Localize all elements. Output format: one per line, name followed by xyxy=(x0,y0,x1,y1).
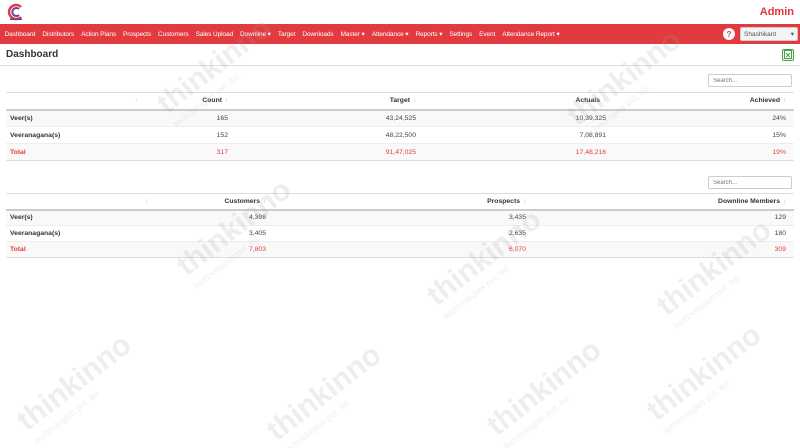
target-cell: 48,22,500 xyxy=(236,126,424,144)
sort-icon: ↑ xyxy=(135,98,138,105)
column-header-count[interactable]: Count ↕ xyxy=(146,92,236,111)
total-customers-cell: 7,803 xyxy=(156,241,274,258)
nav-item-target[interactable]: Target xyxy=(274,31,298,38)
nav-item-event[interactable]: Event xyxy=(476,31,499,38)
column-header-prospects[interactable]: Prospects ↕ xyxy=(274,193,534,211)
total-label: Total xyxy=(6,143,146,161)
achieved-cell: 24% xyxy=(614,109,794,127)
nav-item-reports[interactable]: Reports ▾ xyxy=(412,30,446,38)
sort-icon: ↕ xyxy=(225,98,228,105)
sort-icon: ↕ xyxy=(783,198,786,205)
row-label: Veer(s) xyxy=(6,109,146,127)
nav-item-attendance[interactable]: Attendance ▾ xyxy=(368,30,412,38)
count-cell: 152 xyxy=(146,126,236,144)
column-header-actuals[interactable]: Actuals ↕ xyxy=(424,92,614,111)
nav-item-prospects[interactable]: Prospects xyxy=(120,31,155,38)
admin-label: Admin xyxy=(759,6,794,18)
sort-icon: ↕ xyxy=(783,98,786,105)
downline-cell: 129 xyxy=(534,209,794,226)
total-target-cell: 91,47,025 xyxy=(236,143,424,161)
total-count-cell: 317 xyxy=(146,143,236,161)
nav-menu: Dashboard Distributors Action Plans Pros… xyxy=(1,30,723,39)
nav-item-settings[interactable]: Settings xyxy=(446,31,476,38)
target-cell: 43,24,525 xyxy=(236,109,424,127)
user-dropdown[interactable]: Shashikant ▾ xyxy=(740,27,798,41)
sort-icon: ↕ xyxy=(263,198,266,205)
table-header-row: ↑ Count ↕ Target ↕ Actuals ↕ Achieved ↕ xyxy=(6,92,794,111)
table-header-row: ↑ Customers ↕ Prospects ↕ Downline Members… xyxy=(6,193,794,211)
nav-item-attendance-report[interactable]: Attendance Report ▾ xyxy=(499,30,563,38)
total-label: Total xyxy=(6,241,156,258)
top-bar: Admin xyxy=(0,0,800,24)
total-row: Total 7,803 6,070 309 xyxy=(6,241,794,258)
column-header-label[interactable]: ↑ xyxy=(6,92,146,111)
column-header-customers[interactable]: Customers ↕ xyxy=(156,193,274,211)
company-logo-icon[interactable] xyxy=(6,2,26,22)
customers-table: ↑ Customers ↕ Prospects ↕ Downline Members… xyxy=(6,193,794,258)
table2-search-input[interactable] xyxy=(708,176,792,189)
chevron-down-icon: ▾ xyxy=(790,31,794,38)
table-row: Veeranagana(s) 3,405 2,635 180 xyxy=(6,225,794,242)
total-prospects-cell: 6,070 xyxy=(274,241,534,258)
downline-cell: 180 xyxy=(534,225,794,242)
row-label: Veeranagana(s) xyxy=(6,225,156,242)
page-header: Dashboard xyxy=(0,44,800,66)
nav-item-action-plans[interactable]: Action Plans xyxy=(78,31,120,38)
sort-icon: ↕ xyxy=(523,198,526,205)
nav-item-downloads[interactable]: Downloads xyxy=(299,31,337,38)
nav-item-dashboard[interactable]: Dashboard xyxy=(1,31,39,38)
help-icon[interactable]: ? xyxy=(723,28,735,40)
row-label: Veeranagana(s) xyxy=(6,126,146,144)
customers-cell: 3,405 xyxy=(156,225,274,242)
nav-item-distributors[interactable]: Distributors xyxy=(39,31,78,38)
user-name: Shashikant xyxy=(744,30,777,38)
watermark: thinkinnotechnologies pvt. ltd. xyxy=(10,328,138,446)
sort-icon: ↕ xyxy=(413,98,416,105)
targets-table: ↑ Count ↕ Target ↕ Actuals ↕ Achieved ↕ Veer… xyxy=(6,92,794,161)
nav-item-downline[interactable]: Downline ▾ xyxy=(237,30,275,38)
sort-icon: ↑ xyxy=(145,198,148,205)
prospects-cell: 2,635 xyxy=(274,225,534,242)
actuals-cell: 7,08,891 xyxy=(424,126,614,144)
prospects-cell: 3,435 xyxy=(274,209,534,226)
excel-export-icon[interactable] xyxy=(782,48,794,61)
column-header-target[interactable]: Target ↕ xyxy=(236,92,424,111)
actuals-cell: 10,39,325 xyxy=(424,109,614,127)
column-header-label[interactable]: ↑ xyxy=(6,193,156,211)
sort-icon: ↕ xyxy=(603,98,606,105)
count-cell: 165 xyxy=(146,109,236,127)
total-row: Total 317 91,47,025 17,48,216 19% xyxy=(6,143,794,161)
total-achieved-cell: 19% xyxy=(614,143,794,161)
table-row: Veer(s) 165 43,24,525 10,39,325 24% xyxy=(6,109,794,127)
table-row: Veeranagana(s) 152 48,22,500 7,08,891 15… xyxy=(6,126,794,144)
table-row: Veer(s) 4,398 3,435 129 xyxy=(6,209,794,226)
nav-item-sales-upload[interactable]: Sales Upload xyxy=(192,31,236,38)
total-downline-cell: 309 xyxy=(534,241,794,258)
total-actuals-cell: 17,48,216 xyxy=(424,143,614,161)
watermark: thinkinnotechnologies pvt. ltd. xyxy=(640,318,768,436)
table1-search-input[interactable] xyxy=(708,74,792,87)
customers-cell: 4,398 xyxy=(156,209,274,226)
nav-item-master[interactable]: Master ▾ xyxy=(337,30,368,38)
main-navbar: Dashboard Distributors Action Plans Pros… xyxy=(0,24,800,44)
page-title: Dashboard xyxy=(6,49,59,60)
watermark: thinkinnotechnologies pvt. ltd. xyxy=(480,333,608,448)
column-header-achieved[interactable]: Achieved ↕ xyxy=(614,92,794,111)
nav-item-customers[interactable]: Customers xyxy=(155,31,193,38)
row-label: Veer(s) xyxy=(6,209,156,226)
column-header-downline-members[interactable]: Downline Members ↕ xyxy=(534,193,794,211)
watermark: thinkinnotechnologies pvt. ltd. xyxy=(260,338,388,448)
achieved-cell: 15% xyxy=(614,126,794,144)
